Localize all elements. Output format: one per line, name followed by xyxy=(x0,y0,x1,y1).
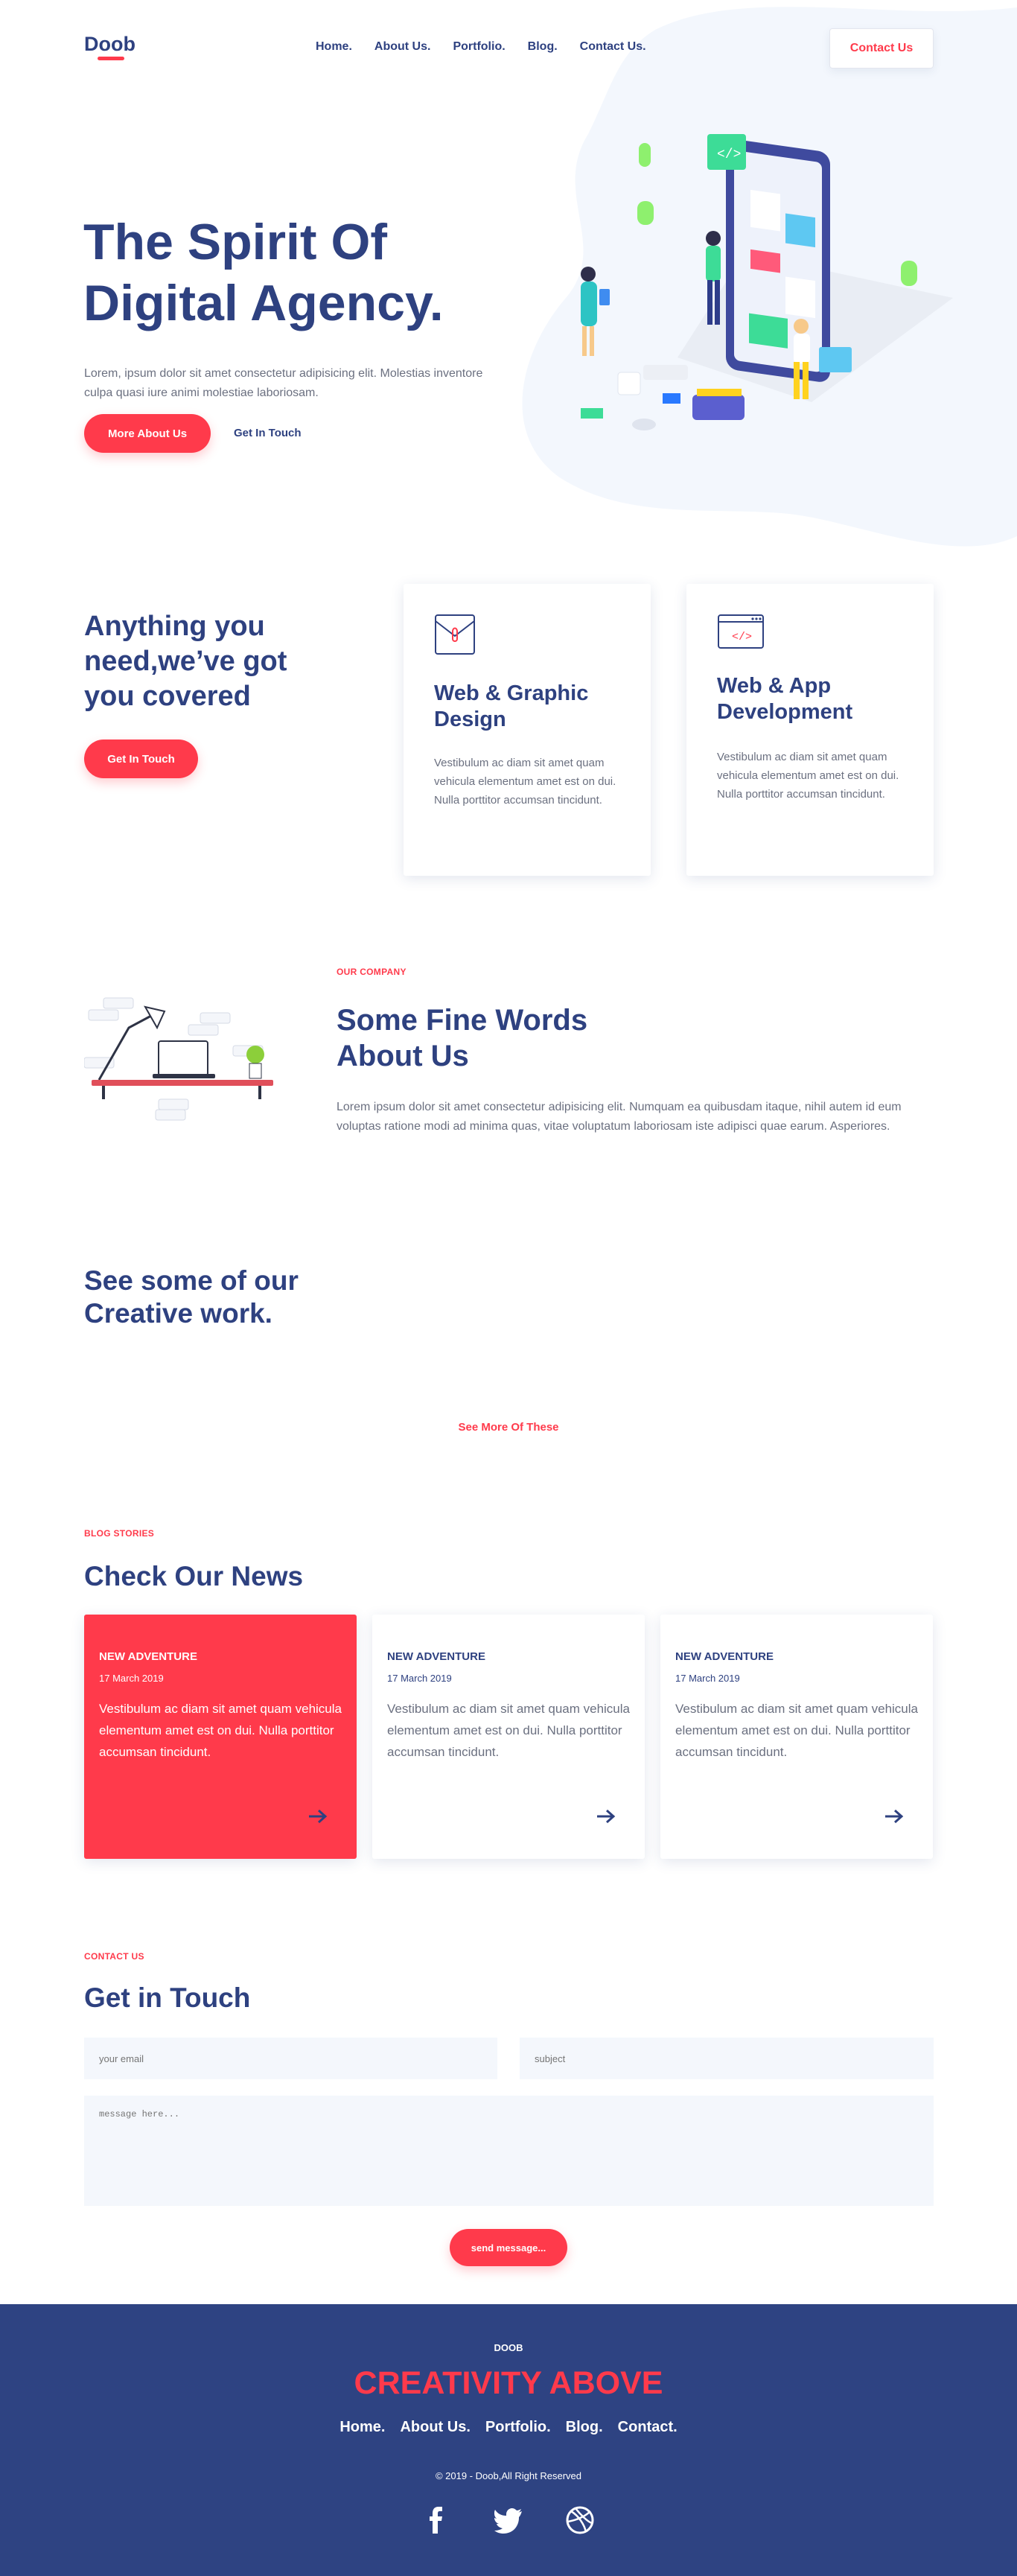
arrow-right-icon[interactable] xyxy=(596,1808,616,1825)
main-nav: Home. About Us. Portfolio. Blog. Contact… xyxy=(316,40,646,54)
footer-slogan: CREATIVITY ABOVE xyxy=(354,2365,663,2401)
service-card-development[interactable]: </> Web & App Development Vestibulum ac … xyxy=(686,584,934,876)
news-card[interactable]: NEW ADVENTURE 17 March 2019 Vestibulum a… xyxy=(372,1615,645,1859)
copyright: © 2019 - Doob,All Right Reserved xyxy=(435,2470,581,2481)
portfolio-title: See some of our Creative work. xyxy=(84,1265,299,1329)
service-title: Web & Graphic Design xyxy=(434,681,589,731)
footer-nav-portfolio[interactable]: Portfolio. xyxy=(485,2419,551,2436)
footer: DOOB CREATIVITY ABOVE Home. About Us. Po… xyxy=(0,2304,1017,2576)
send-message-button[interactable]: send message... xyxy=(450,2229,567,2266)
logo[interactable]: Doob xyxy=(84,33,136,56)
facebook-icon[interactable] xyxy=(422,2505,452,2535)
news-text: Vestibulum ac diam sit amet quam vehicul… xyxy=(387,1702,630,1759)
svg-text:</>: </> xyxy=(732,631,752,643)
twitter-icon[interactable] xyxy=(494,2505,523,2535)
news-card[interactable]: NEW ADVENTURE 17 March 2019 Vestibulum a… xyxy=(84,1615,357,1859)
services-title: Anything you need,we’ve got you covered xyxy=(84,611,287,712)
footer-nav-blog[interactable]: Blog. xyxy=(566,2419,603,2436)
services-get-in-touch-button[interactable]: Get In Touch xyxy=(84,740,198,778)
news-card[interactable]: NEW ADVENTURE 17 March 2019 Vestibulum a… xyxy=(660,1615,933,1859)
email-field[interactable] xyxy=(84,2038,497,2079)
arrow-right-icon[interactable] xyxy=(884,1808,905,1825)
message-field[interactable] xyxy=(84,2096,934,2206)
dribbble-icon[interactable] xyxy=(565,2505,595,2535)
service-card-design[interactable]: Web & Graphic Design Vestibulum ac diam … xyxy=(404,584,651,876)
contact-us-button[interactable]: Contact Us xyxy=(829,28,934,69)
svg-text:</>: </> xyxy=(717,147,741,162)
hero-illustration: </> xyxy=(581,134,953,430)
code-window-icon: </> xyxy=(718,614,764,649)
hero-text: Lorem, ipsum dolor sit amet consectetur … xyxy=(84,367,483,399)
subject-field[interactable] xyxy=(520,2038,934,2079)
news-tag: NEW ADVENTURE xyxy=(675,1650,774,1663)
hero-title: The Spirit Of Digital Agency. xyxy=(83,214,444,331)
arrow-right-icon[interactable] xyxy=(307,1808,328,1825)
nav-home[interactable]: Home. xyxy=(316,40,352,54)
service-text: Vestibulum ac diam sit amet quam vehicul… xyxy=(434,757,616,807)
news-text: Vestibulum ac diam sit amet quam vehicul… xyxy=(99,1702,342,1759)
about-text: Lorem ipsum dolor sit amet consectetur a… xyxy=(337,1101,902,1133)
news-eyebrow: BLOG STORIES xyxy=(84,1528,155,1539)
news-text: Vestibulum ac diam sit amet quam vehicul… xyxy=(675,1702,918,1759)
more-about-us-button[interactable]: More About Us xyxy=(84,414,211,453)
contact-title: Get in Touch xyxy=(84,1982,251,2013)
about-title: Some Fine Words About Us xyxy=(337,1004,588,1072)
news-title: Check Our News xyxy=(84,1561,304,1591)
footer-nav-contact[interactable]: Contact. xyxy=(618,2419,678,2436)
news-tag: NEW ADVENTURE xyxy=(99,1650,197,1663)
news-date: 17 March 2019 xyxy=(675,1673,740,1684)
footer-nav-home[interactable]: Home. xyxy=(339,2419,385,2436)
social-links xyxy=(0,2505,1017,2535)
footer-nav: Home. About Us. Portfolio. Blog. Contact… xyxy=(0,2419,1017,2436)
nav-contact[interactable]: Contact Us. xyxy=(580,40,646,54)
contact-eyebrow: CONTACT US xyxy=(84,1951,144,1962)
nav-about[interactable]: About Us. xyxy=(374,40,431,54)
service-text: Vestibulum ac diam sit amet quam vehicul… xyxy=(717,751,899,801)
see-more-link[interactable]: See More Of These xyxy=(0,1421,1017,1434)
workspace-illustration xyxy=(84,997,273,1121)
nav-portfolio[interactable]: Portfolio. xyxy=(453,40,505,54)
envelope-icon xyxy=(435,614,475,655)
footer-brand: DOOB xyxy=(494,2342,523,2353)
news-date: 17 March 2019 xyxy=(99,1673,164,1684)
news-date: 17 March 2019 xyxy=(387,1673,452,1684)
news-tag: NEW ADVENTURE xyxy=(387,1650,485,1663)
nav-blog[interactable]: Blog. xyxy=(528,40,558,54)
logo-underline xyxy=(98,57,124,60)
about-eyebrow: OUR COMPANY xyxy=(337,967,407,977)
get-in-touch-link[interactable]: Get In Touch xyxy=(234,427,302,439)
service-title: Web & App Development xyxy=(717,674,853,724)
footer-nav-about[interactable]: About Us. xyxy=(400,2419,470,2436)
